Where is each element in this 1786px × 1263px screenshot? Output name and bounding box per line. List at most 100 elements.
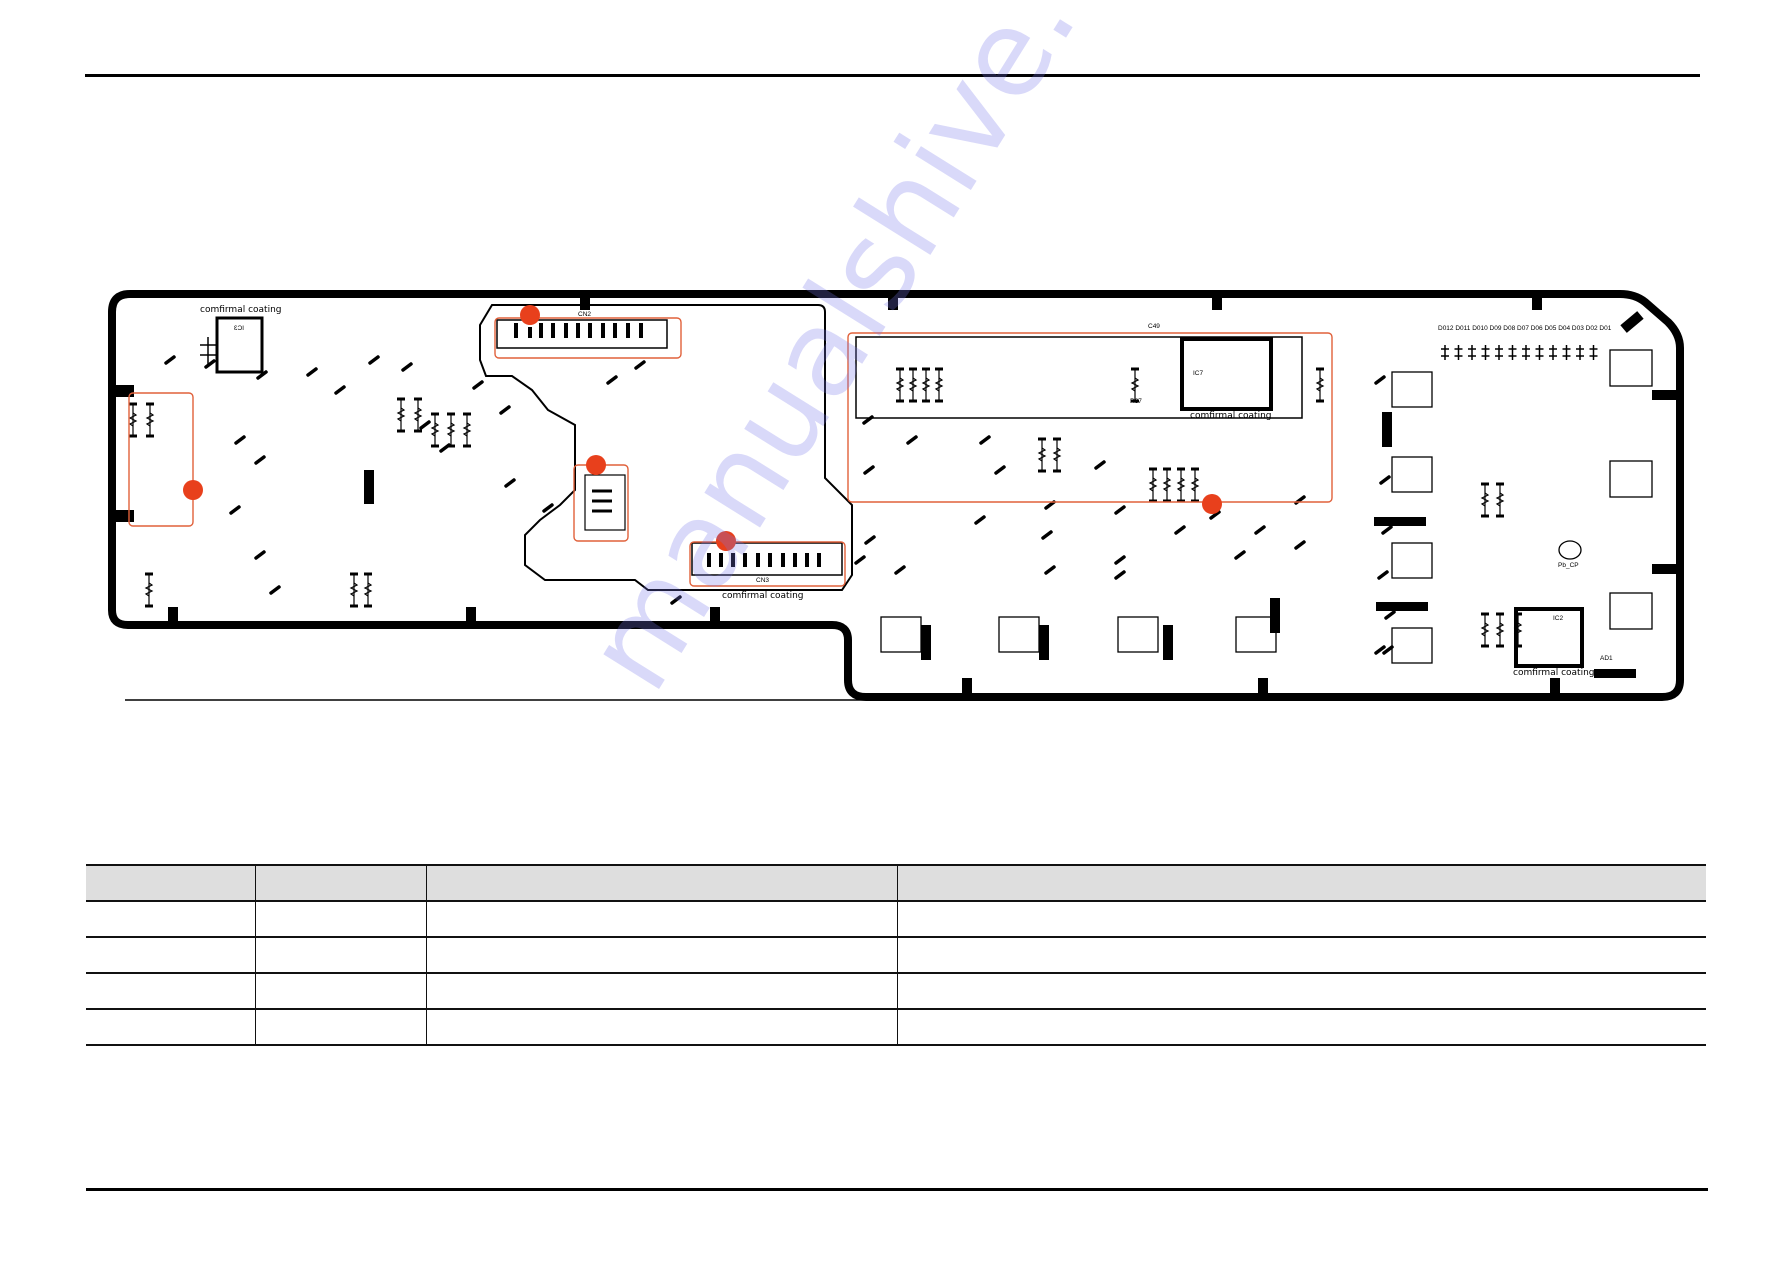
ic7-label: IC7 xyxy=(1193,370,1204,377)
diode-row-labels: D012 D011 D010 D09 D08 D07 D06 D05 D04 D… xyxy=(1438,325,1612,332)
led-pad xyxy=(1381,525,1393,535)
cn2-pins xyxy=(514,323,643,338)
diode-icon xyxy=(1522,345,1530,360)
led-pad xyxy=(1377,570,1389,580)
ad1-label: AD1 xyxy=(1600,655,1613,662)
table-header-cell xyxy=(254,864,426,902)
led-pad xyxy=(419,420,431,430)
table-cell xyxy=(254,973,426,1010)
led-pad xyxy=(994,465,1006,475)
led-pad xyxy=(254,455,266,465)
resistor-icon xyxy=(934,367,944,403)
table-header-cell xyxy=(425,864,897,902)
highlight-markers xyxy=(183,305,1222,551)
table-cell xyxy=(86,973,255,1010)
highlight-left xyxy=(128,392,194,527)
table-cell xyxy=(86,901,255,938)
led-pad xyxy=(854,555,866,565)
c49-label: C49 xyxy=(1148,323,1160,330)
marker-3 xyxy=(586,455,606,475)
coating-label: comfirmal coating xyxy=(200,305,282,315)
led-pad xyxy=(368,355,380,365)
table-cell xyxy=(896,973,1706,1010)
footer-rule xyxy=(86,1188,1708,1191)
table-cell xyxy=(425,901,897,938)
diode-icon xyxy=(1454,345,1463,360)
table-cell xyxy=(254,1009,426,1046)
table-cell xyxy=(425,973,897,1010)
led-pad xyxy=(1374,375,1386,385)
table-cell xyxy=(254,901,426,938)
led-pad xyxy=(894,565,906,575)
led-pad xyxy=(670,595,682,605)
diode-icon xyxy=(1495,345,1503,360)
pcb-layout-diagram: IC3 comfirmal coating CN2 CN3 comfirmal … xyxy=(108,290,1684,701)
resistor-icon xyxy=(908,367,918,403)
resistor-icon xyxy=(1148,467,1158,503)
cn2-label: CN2 xyxy=(578,311,591,318)
led-pad xyxy=(1114,505,1126,515)
led-pad xyxy=(1174,525,1186,535)
diode-row-top xyxy=(1441,345,1598,360)
cn3-label: CN3 xyxy=(756,577,769,584)
led-pad xyxy=(606,375,618,385)
led-pad xyxy=(234,435,246,445)
led-pad xyxy=(1254,525,1266,535)
led-pad xyxy=(204,359,216,369)
table-cell xyxy=(425,1009,897,1046)
led-pad xyxy=(542,503,554,513)
table-row xyxy=(86,973,1706,1010)
table-header-row xyxy=(86,864,1706,902)
led-pad xyxy=(1114,555,1126,565)
resistor-icon xyxy=(1037,437,1047,473)
resistor-icon xyxy=(895,367,905,403)
diode-icon xyxy=(1589,345,1598,360)
table-cell xyxy=(896,937,1706,974)
spec-table xyxy=(86,864,1706,1046)
resistor-icon xyxy=(128,402,138,438)
table-row xyxy=(86,901,1706,938)
table-cell xyxy=(425,937,897,974)
resistor-icon xyxy=(1162,467,1172,503)
led-pad xyxy=(906,435,918,445)
led-pad xyxy=(864,535,876,545)
table-cell xyxy=(254,937,426,974)
led-pad xyxy=(254,550,266,560)
led-pad xyxy=(1379,475,1391,485)
led-pad xyxy=(1114,570,1126,580)
diode-icon xyxy=(1535,345,1544,360)
coating-label: comfirmal coating xyxy=(722,591,804,601)
resistor-icon xyxy=(462,412,472,448)
resistor-icon xyxy=(1480,612,1490,648)
resistor-icon xyxy=(363,572,373,608)
table-header-cell xyxy=(896,864,1706,902)
coating-label: comfirmal coating xyxy=(1190,411,1272,421)
led-pad xyxy=(979,435,991,445)
table-cell xyxy=(86,1009,255,1046)
resistor-icon xyxy=(1495,612,1505,648)
table-cell xyxy=(896,1009,1706,1046)
display-outline xyxy=(855,336,1303,419)
resistor-icon xyxy=(430,412,440,448)
table-header-cell xyxy=(86,864,255,902)
resistor-icon xyxy=(1130,367,1140,403)
cn3-pins xyxy=(707,553,821,567)
led-pad xyxy=(1384,610,1396,620)
resistor-icon xyxy=(349,572,359,608)
resistor-icon xyxy=(1176,467,1186,503)
marker-1 xyxy=(183,480,203,500)
diode-icon xyxy=(1549,345,1557,360)
led-pad xyxy=(306,367,318,377)
resistor-icon xyxy=(1495,482,1505,518)
ic3-label: IC3 xyxy=(234,325,245,332)
marker-2 xyxy=(520,305,540,325)
pb-cp-pad xyxy=(1558,540,1582,560)
diode-icon xyxy=(1562,345,1571,360)
diode-icon xyxy=(1481,345,1490,360)
table-row xyxy=(86,1009,1706,1046)
resistor-icon xyxy=(144,572,154,608)
resistor-icon xyxy=(145,402,155,438)
resistor-icon xyxy=(1190,467,1200,503)
led-pad xyxy=(164,355,176,365)
table-cell xyxy=(86,937,255,974)
